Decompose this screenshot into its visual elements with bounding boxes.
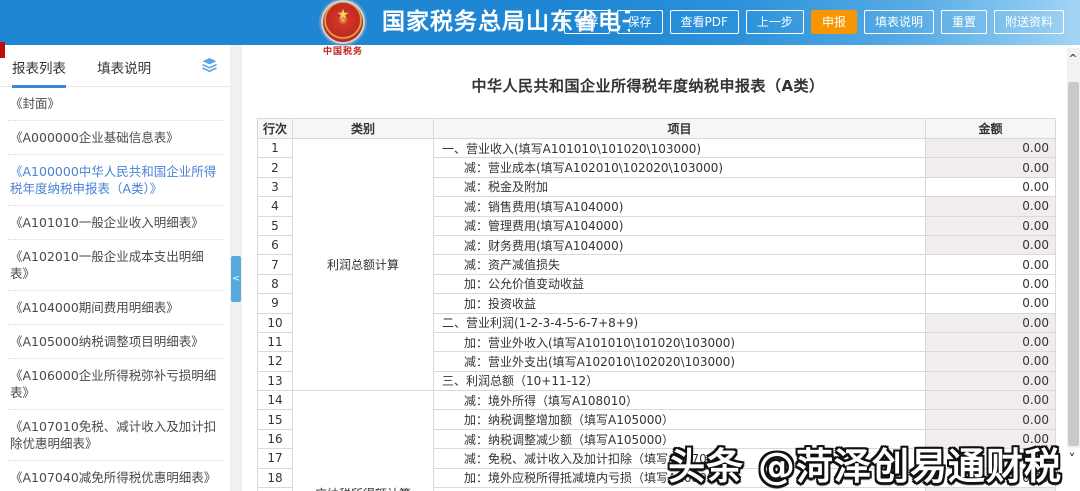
item-label-11: 加：营业外收入(填写A101010\101020\103000)	[433, 331, 926, 353]
row-number-3: 3	[257, 176, 293, 198]
vertical-scrollbar-thumb[interactable]	[1068, 82, 1079, 446]
amount-input-5: 0.00	[925, 215, 1056, 236]
row-number-2: 2	[257, 157, 293, 178]
sidebar-report-item-0[interactable]: 《封面》	[8, 87, 224, 121]
item-label-6: 减：财务费用(填写A104000)	[433, 234, 926, 256]
header-button-4[interactable]: 申报	[810, 10, 857, 34]
sidebar-report-item-6[interactable]: 《A105000纳税调整项目明细表》	[8, 325, 224, 359]
row-number-6: 6	[257, 234, 293, 256]
amount-input-15: 0.00	[925, 409, 1056, 430]
sidebar-report-item-1[interactable]: 《A000000企业基础信息表》	[8, 121, 224, 155]
form-title: 中华人民共和国企业所得税年度纳税申报表（A类）	[471, 77, 825, 95]
header-button-3[interactable]: 上一步	[745, 10, 804, 34]
item-label-9: 加：投资收益	[433, 293, 926, 314]
amount-input-3[interactable]: 0.00	[925, 176, 1056, 198]
row-number-1: 1	[257, 137, 293, 159]
report-sidebar: 报表列表 填表说明 《封面》 《A000000企业基础信息表》 《A100000中华…	[0, 45, 230, 491]
row-number-11: 11	[257, 331, 293, 353]
item-label-8: 加：公允价值变动收益	[433, 273, 926, 295]
chevron-left-icon: <	[232, 274, 240, 284]
row-number-7: 7	[257, 254, 293, 275]
sidebar-report-item-2[interactable]: 《A100000中华人民共和国企业所得税年度纳税申报表（A类）》	[8, 155, 224, 206]
watermark-text: 头条 @菏泽创易通财税	[668, 445, 1062, 488]
col-header-rowno: 行次	[257, 118, 293, 139]
row-number-18: 18	[257, 467, 293, 489]
item-label-1: 一、营业收入(填写A101010\101020\103000)	[433, 137, 926, 159]
row-number-9: 9	[257, 293, 293, 314]
header-button-1[interactable]: 保存	[616, 10, 663, 34]
tab-fill-instructions[interactable]: 填表说明	[97, 57, 151, 85]
category-cell-1: 应纳税所得额计算	[292, 390, 434, 491]
star-icon: ★	[336, 7, 350, 23]
row-number-8: 8	[257, 273, 293, 295]
amount-input-4: 0.00	[925, 196, 1056, 217]
top-header-bar: ★ 中国税务 国家税务总局山东省电子税务局 暂存保存查看PDF上一步申报填表说明…	[0, 0, 1080, 57]
sidebar-report-item-5[interactable]: 《A104000期间费用明细表》	[8, 291, 224, 325]
row-number-19: 19	[257, 487, 293, 491]
sidebar-tabs: 报表列表 填表说明	[0, 45, 230, 88]
tab-report-list[interactable]: 报表列表	[12, 57, 66, 88]
item-label-10: 二、营业利润(1-2-3-4-5-6-7+8+9)	[433, 312, 926, 333]
emblem-caption: 中国税务	[322, 47, 363, 57]
item-label-15: 加：纳税调整增加额（填写A105000）	[433, 409, 926, 430]
header-button-7[interactable]: 附送资料	[993, 10, 1064, 34]
header-button-0[interactable]: 暂存	[563, 10, 610, 34]
item-label-3: 减：税金及附加	[433, 176, 926, 198]
amount-input-7[interactable]: 0.00	[925, 254, 1056, 275]
amount-input-11: 0.00	[925, 331, 1056, 353]
tax-emblem-logo: ★ 中国税务	[318, 1, 368, 57]
sidebar-report-item-7[interactable]: 《A106000企业所得税弥补亏损明细表》	[8, 359, 224, 410]
col-header-item: 项目	[433, 118, 926, 139]
item-label-13: 三、利润总额（10+11-12）	[433, 370, 926, 392]
header-button-6[interactable]: 重置	[940, 10, 987, 34]
sidebar-collapse-button[interactable]: <	[231, 256, 241, 302]
row-number-4: 4	[257, 196, 293, 217]
amount-input-8[interactable]: 0.00	[925, 273, 1056, 295]
emblem-icon: ★	[323, 2, 363, 42]
amount-input-2: 0.00	[925, 157, 1056, 178]
row-number-5: 5	[257, 215, 293, 236]
item-label-7: 减：资产减值损失	[433, 254, 926, 275]
main-content: 中华人民共和国企业所得税年度纳税申报表（A类） 行次 类别 项目 金额 1 利润总…	[242, 45, 1080, 491]
item-label-2: 减：营业成本(填写A102010\102020\103000)	[433, 157, 926, 178]
table-row-14: 14应纳税所得额计算减：境外所得（填写A108010）0.00	[257, 390, 1056, 491]
item-label-5: 减：管理费用(填写A104000)	[433, 215, 926, 236]
item-label-14: 减：境外所得（填写A108010）	[433, 390, 926, 411]
sidebar-report-item-9[interactable]: 《A107040减免所得税优惠明细表》	[8, 461, 224, 491]
row-number-12: 12	[257, 351, 293, 372]
row-number-10: 10	[257, 312, 293, 333]
item-label-12: 减：营业外支出(填写A102010\102020\103000)	[433, 351, 926, 372]
row-number-16: 16	[257, 428, 293, 450]
sidebar-report-item-3[interactable]: 《A101010一般企业收入明细表》	[8, 206, 224, 240]
sidebar-report-item-4[interactable]: 《A102010一般企业成本支出明细表》	[8, 240, 224, 291]
red-marker	[0, 42, 5, 58]
category-cell-0: 利润总额计算	[292, 137, 434, 392]
col-header-category: 类别	[292, 118, 434, 139]
row-number-13: 13	[257, 370, 293, 392]
amount-input-6: 0.00	[925, 234, 1056, 256]
amount-input-10: 0.00	[925, 312, 1056, 333]
scroll-up-arrow-icon[interactable]: ^	[1067, 52, 1079, 65]
report-list: 《封面》 《A000000企业基础信息表》 《A100000中华人民共和国企业所得税…	[0, 87, 230, 491]
col-header-amount: 金额	[925, 118, 1056, 139]
layers-icon[interactable]	[201, 57, 218, 73]
header-button-bar: 暂存 保存 查看PDF 上一步 申报 填表说明 重置 附送资料	[563, 10, 1064, 34]
amount-input-12: 0.00	[925, 351, 1056, 372]
amount-input-13: 0.00	[925, 370, 1056, 392]
sidebar-report-item-8[interactable]: 《A107010免税、减计收入及加计扣除优惠明细表》	[8, 410, 224, 461]
amount-input-1: 0.00	[925, 137, 1056, 159]
row-number-14: 14	[257, 390, 293, 411]
app-root: ★ 中国税务 国家税务总局山东省电子税务局 暂存保存查看PDF上一步申报填表说明…	[0, 0, 1080, 491]
row-number-17: 17	[257, 448, 293, 469]
header-button-5[interactable]: 填表说明	[863, 10, 934, 34]
amount-input-14: 0.00	[925, 390, 1056, 411]
amount-input-9[interactable]: 0.00	[925, 293, 1056, 314]
scroll-down-arrow-icon[interactable]: ˅	[1066, 452, 1078, 468]
item-label-4: 减：销售费用(填写A104000)	[433, 196, 926, 217]
table-header-row: 行次 类别 项目 金额	[257, 118, 1056, 139]
table-row-1: 1 利润总额计算 一、营业收入(填写A101010\101020\103000) 0.…	[257, 137, 1056, 392]
row-number-15: 15	[257, 409, 293, 430]
header-button-2[interactable]: 查看PDF	[669, 10, 739, 34]
